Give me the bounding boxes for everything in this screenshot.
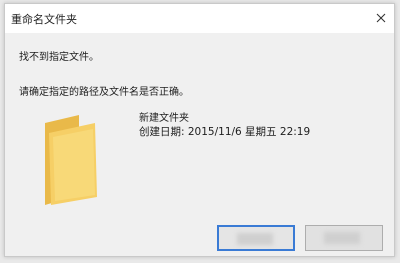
error-hint: 请确定指定的路径及文件名是否正确。: [19, 87, 189, 98]
rename-folder-dialog: 重命名文件夹 找不到指定文件。 请确定指定的路径及文件名是否正确。 新建文件夹 …: [4, 3, 395, 257]
primary-button[interactable]: [217, 225, 295, 251]
close-button[interactable]: [374, 4, 394, 33]
dialog-title: 重命名文件夹: [11, 13, 77, 26]
file-created-date: 创建日期: 2015/11/6 星期五 22:19: [139, 126, 311, 138]
folder-icon: [35, 113, 105, 209]
button-label-obscured: [324, 232, 360, 244]
file-name: 新建文件夹: [139, 113, 189, 124]
button-label-obscured: [237, 233, 273, 245]
secondary-button[interactable]: [305, 225, 383, 251]
title-bar: 重命名文件夹: [5, 4, 394, 34]
dialog-content: 找不到指定文件。 请确定指定的路径及文件名是否正确。 新建文件夹 创建日期: 2…: [5, 33, 394, 256]
close-icon: [376, 13, 386, 23]
error-message: 找不到指定文件。: [19, 52, 99, 63]
